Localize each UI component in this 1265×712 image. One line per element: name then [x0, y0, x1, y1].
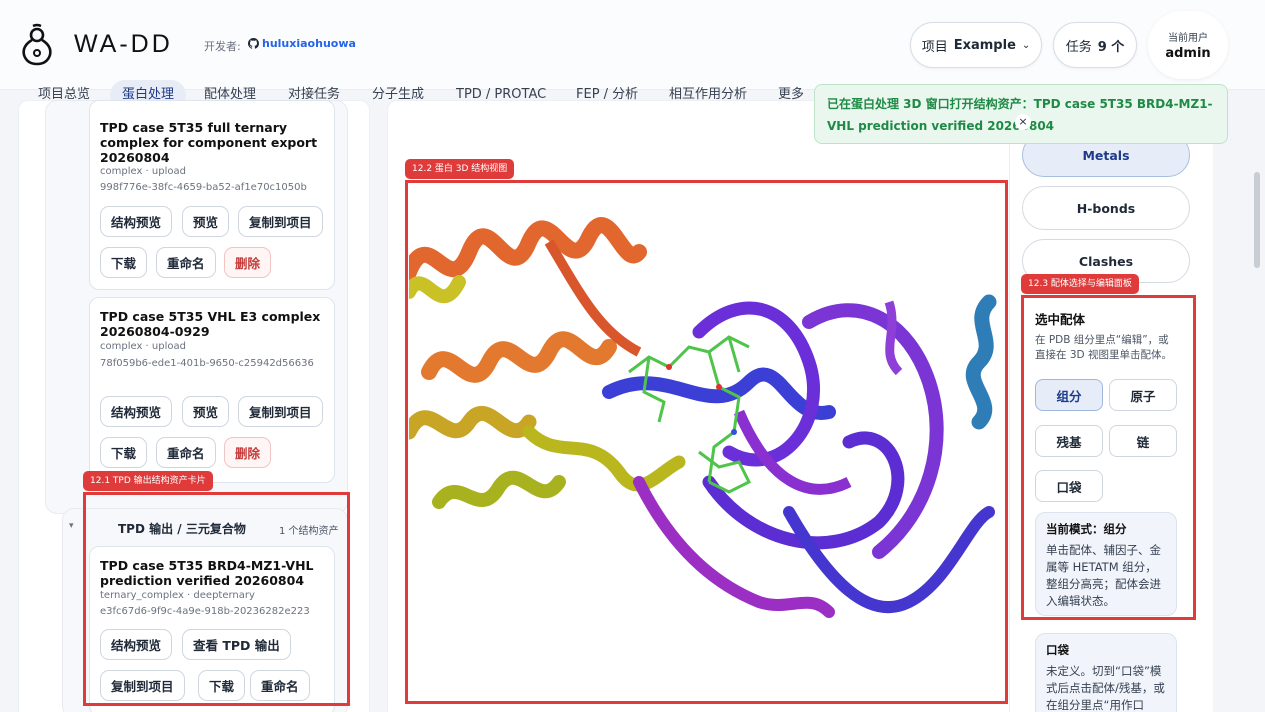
close-icon[interactable]: × — [1015, 114, 1031, 130]
protein-ribbon-render — [409, 217, 997, 618]
pocket-title: 口袋 — [1046, 643, 1069, 657]
rename-button[interactable]: 重命名 — [156, 247, 216, 278]
annotation-tag-selection: 12.3 配体选择与编辑面板 — [1021, 274, 1139, 294]
rename-button[interactable]: 重命名 — [156, 437, 216, 468]
chevron-down-icon: ⌄ — [1021, 39, 1031, 51]
collapse-caret-icon[interactable]: ▾ — [69, 521, 74, 531]
mode-info-title: 当前模式：组分 — [1046, 522, 1127, 536]
mode-chain-button[interactable]: 链 — [1109, 425, 1177, 457]
tasks-label: 任务 — [1065, 39, 1092, 55]
view-tpd-output-button[interactable]: 查看 TPD 输出 — [182, 629, 291, 660]
brand-logo: WA-DD — [74, 30, 173, 58]
developer-label: 开发者: — [204, 40, 241, 53]
user-label: 当前用户 — [1168, 33, 1208, 44]
mode-info-body: 单击配体、辅因子、金属等 HETATM 组分，整组分高亮；配体会进入编辑状态。 — [1046, 543, 1161, 608]
asset-title: TPD case 5T35 VHL E3 complex 20260804-09… — [100, 309, 321, 339]
mode-residue-button[interactable]: 残基 — [1035, 425, 1103, 457]
download-button[interactable]: 下载 — [198, 670, 246, 701]
mode-info-box: 当前模式：组分 单击配体、辅因子、金属等 HETATM 组分，整组分高亮；配体会… — [1035, 512, 1177, 616]
mode-atom-button[interactable]: 原子 — [1109, 379, 1177, 411]
asset-title: TPD case 5T35 BRD4-MZ1-VHL prediction ve… — [100, 558, 314, 588]
gourd-logo-icon — [22, 23, 52, 66]
download-button[interactable]: 下载 — [100, 437, 148, 468]
delete-button[interactable]: 删除 — [224, 247, 272, 278]
asset-id: 998f776e-38fc-4659-ba52-af1e70c1050b — [100, 182, 307, 193]
asset-title: TPD case 5T35 full ternary complex for c… — [100, 120, 318, 165]
asset-card: TPD case 5T35 VHL E3 complex 20260804-09… — [89, 297, 335, 483]
asset-card: TPD case 5T35 full ternary complex for c… — [89, 100, 335, 290]
delete-button[interactable]: 删除 — [224, 437, 272, 468]
mode-pocket-button[interactable]: 口袋 — [1035, 470, 1103, 502]
user-menu[interactable]: 当前用户 admin — [1148, 11, 1228, 79]
preview-button[interactable]: 预览 — [182, 396, 230, 427]
annotation-tag-tpd-card: 12.1 TPD 输出结构资产卡片 — [83, 471, 213, 491]
copy-to-project-button[interactable]: 复制到项目 — [238, 396, 323, 427]
asset-meta: complex · upload — [100, 341, 186, 352]
page-scrollbar[interactable] — [1254, 172, 1260, 268]
pocket-body: 未定义。切到“口袋”模式后点击配体/残基，或在组分里点“用作口 — [1046, 664, 1165, 712]
preview-button[interactable]: 预览 — [182, 206, 230, 237]
tasks-count: 9 个 — [1097, 39, 1125, 55]
asset-id: 78f059b6-ede1-401b-9650-c25942d56636 — [100, 358, 314, 369]
user-name: admin — [1165, 46, 1211, 61]
project-label: 项目 — [921, 39, 948, 55]
project-value: Example — [953, 37, 1016, 53]
copy-to-project-button[interactable]: 复制到项目 — [238, 206, 323, 237]
asset-id: e3fc67d6-9f9c-4a9e-918b-20236282e223 — [100, 606, 310, 617]
rename-button[interactable]: 重命名 — [250, 670, 310, 701]
tasks-button[interactable]: 任务 9 个 — [1053, 22, 1137, 68]
structure-preview-button[interactable]: 结构预览 — [100, 206, 173, 237]
tpd-asset-card: TPD case 5T35 BRD4-MZ1-VHL prediction ve… — [89, 546, 335, 712]
asset-meta: complex · upload — [100, 166, 186, 177]
mode-component-button[interactable]: 组分 — [1035, 379, 1103, 411]
download-button[interactable]: 下载 — [100, 247, 148, 278]
asset-meta: ternary_complex · deepternary — [100, 590, 255, 601]
developer-name: huluxiaohuowa — [262, 37, 356, 50]
structure-preview-button[interactable]: 结构预览 — [100, 629, 173, 660]
copy-to-project-button[interactable]: 复制到项目 — [100, 670, 185, 701]
github-icon — [248, 38, 259, 49]
select-ligand-title: 选中配体 — [1035, 312, 1086, 327]
select-ligand-hint: 在 PDB 组分里点“编辑”，或直接在 3D 视图里单击配体。 — [1035, 334, 1172, 361]
hbonds-toggle[interactable]: H-bonds — [1022, 186, 1190, 230]
group-count: 1 个结构资产 — [279, 526, 339, 537]
developer-link[interactable]: huluxiaohuowa — [248, 37, 356, 50]
project-selector[interactable]: 项目 Example ⌄ — [910, 22, 1042, 68]
structure-preview-button[interactable]: 结构预览 — [100, 396, 173, 427]
protein-3d-viewer[interactable] — [409, 182, 1005, 702]
group-title: TPD 输出 / 三元复合物 — [118, 522, 246, 536]
annotation-tag-viewer: 12.2 蛋白 3D 结构视图 — [405, 159, 515, 179]
pocket-info-box: 口袋 未定义。切到“口袋”模式后点击配体/残基，或在组分里点“用作口 — [1035, 633, 1177, 712]
